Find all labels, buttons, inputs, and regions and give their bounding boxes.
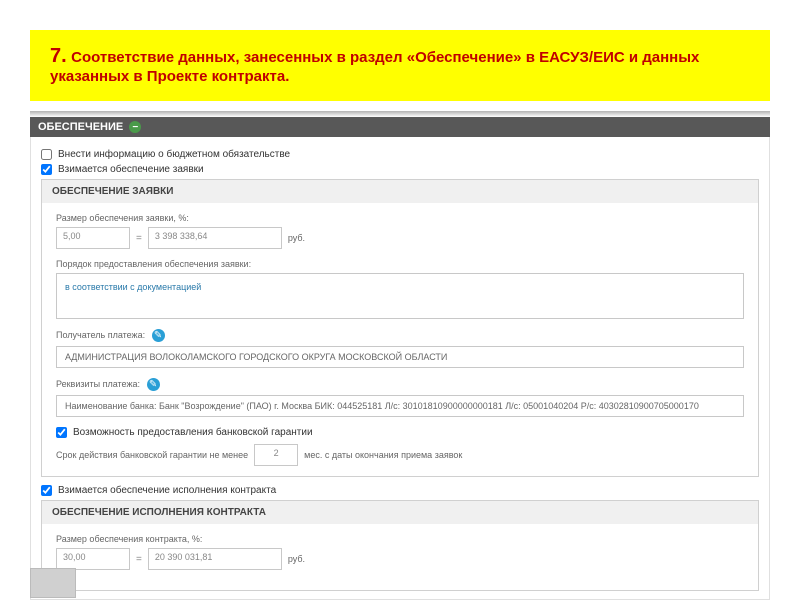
form-content: ОБЕСПЕЧЕНИЕ − Внести информацию о бюджет… xyxy=(30,111,770,600)
order-value[interactable]: в соответствии с документацией xyxy=(56,273,744,319)
panel-ispolnenie-title: ОБЕСПЕЧЕНИЕ ИСПОЛНЕНИЯ КОНТРАКТА xyxy=(42,501,758,524)
edit-requisites-icon[interactable]: ✎ xyxy=(147,378,160,391)
checkbox-guarantee[interactable] xyxy=(56,427,67,438)
edit-payee-icon[interactable]: ✎ xyxy=(152,329,165,342)
checkbox-ispolnenie-label: Взимается обеспечение исполнения контрак… xyxy=(58,485,276,496)
requisites-value[interactable]: Наименование банка: Банк "Возрождение" (… xyxy=(56,395,744,417)
checkbox-budget-label: Внести информацию о бюджетном обязательс… xyxy=(58,149,290,160)
equals-sign: = xyxy=(136,233,142,244)
checkbox-zayavka-row[interactable]: Взимается обеспечение заявки xyxy=(41,164,759,175)
ispolnenie-percent-input[interactable]: 30,00 xyxy=(56,548,130,570)
panel-zayavka-title: ОБЕСПЕЧЕНИЕ ЗАЯВКИ xyxy=(42,180,758,203)
payee-label: Получатель платежа: ✎ xyxy=(56,329,744,342)
checkbox-budget[interactable] xyxy=(41,149,52,160)
slide-title: 7. Соответствие данных, занесенных в раз… xyxy=(30,30,770,101)
order-label: Порядок предоставления обеспечения заявк… xyxy=(56,259,744,269)
term-prefix: Срок действия банковской гарантии не мен… xyxy=(56,450,248,460)
term-suffix: мес. с даты окончания приема заявок xyxy=(304,450,462,460)
zayavka-amount-input[interactable]: 3 398 338,64 xyxy=(148,227,282,249)
ispolnenie-amount-input[interactable]: 20 390 031,81 xyxy=(148,548,282,570)
checkbox-zayavka[interactable] xyxy=(41,164,52,175)
zayavka-unit: руб. xyxy=(288,233,305,243)
checkbox-guarantee-row[interactable]: Возможность предоставления банковской га… xyxy=(56,427,744,438)
checkbox-guarantee-label: Возможность предоставления банковской га… xyxy=(73,427,313,438)
zayavka-size-label: Размер обеспечения заявки, %: xyxy=(56,213,744,223)
thumbnail-strip xyxy=(30,568,76,598)
zayavka-percent-input[interactable]: 5,00 xyxy=(56,227,130,249)
checkbox-budget-row[interactable]: Внести информацию о бюджетном обязательс… xyxy=(41,149,759,160)
requisites-label: Реквизиты платежа: ✎ xyxy=(56,378,744,391)
equals-sign-2: = xyxy=(136,554,142,565)
payee-value[interactable]: АДМИНИСТРАЦИЯ ВОЛОКОЛАМСКОГО ГОРОДСКОГО … xyxy=(56,346,744,368)
collapse-icon[interactable]: − xyxy=(129,121,141,133)
ispolnenie-size-label: Размер обеспечения контракта, %: xyxy=(56,534,744,544)
section-header-obespechenie[interactable]: ОБЕСПЕЧЕНИЕ − xyxy=(30,117,770,137)
slide-title-text: Соответствие данных, занесенных в раздел… xyxy=(50,49,699,85)
ispolnenie-unit: руб. xyxy=(288,554,305,564)
term-value-input[interactable]: 2 xyxy=(254,444,298,466)
section-body: Внести информацию о бюджетном обязательс… xyxy=(30,137,770,600)
section-title: ОБЕСПЕЧЕНИЕ xyxy=(38,121,123,133)
checkbox-ispolnenie[interactable] xyxy=(41,485,52,496)
checkbox-zayavka-label: Взимается обеспечение заявки xyxy=(58,164,204,175)
slide-number: 7. xyxy=(50,45,67,67)
guarantee-term-row: Срок действия банковской гарантии не мен… xyxy=(56,444,744,466)
checkbox-ispolnenie-row[interactable]: Взимается обеспечение исполнения контрак… xyxy=(41,485,759,496)
panel-ispolnenie: ОБЕСПЕЧЕНИЕ ИСПОЛНЕНИЯ КОНТРАКТА Размер … xyxy=(41,500,759,591)
panel-zayavka: ОБЕСПЕЧЕНИЕ ЗАЯВКИ Размер обеспечения за… xyxy=(41,179,759,477)
